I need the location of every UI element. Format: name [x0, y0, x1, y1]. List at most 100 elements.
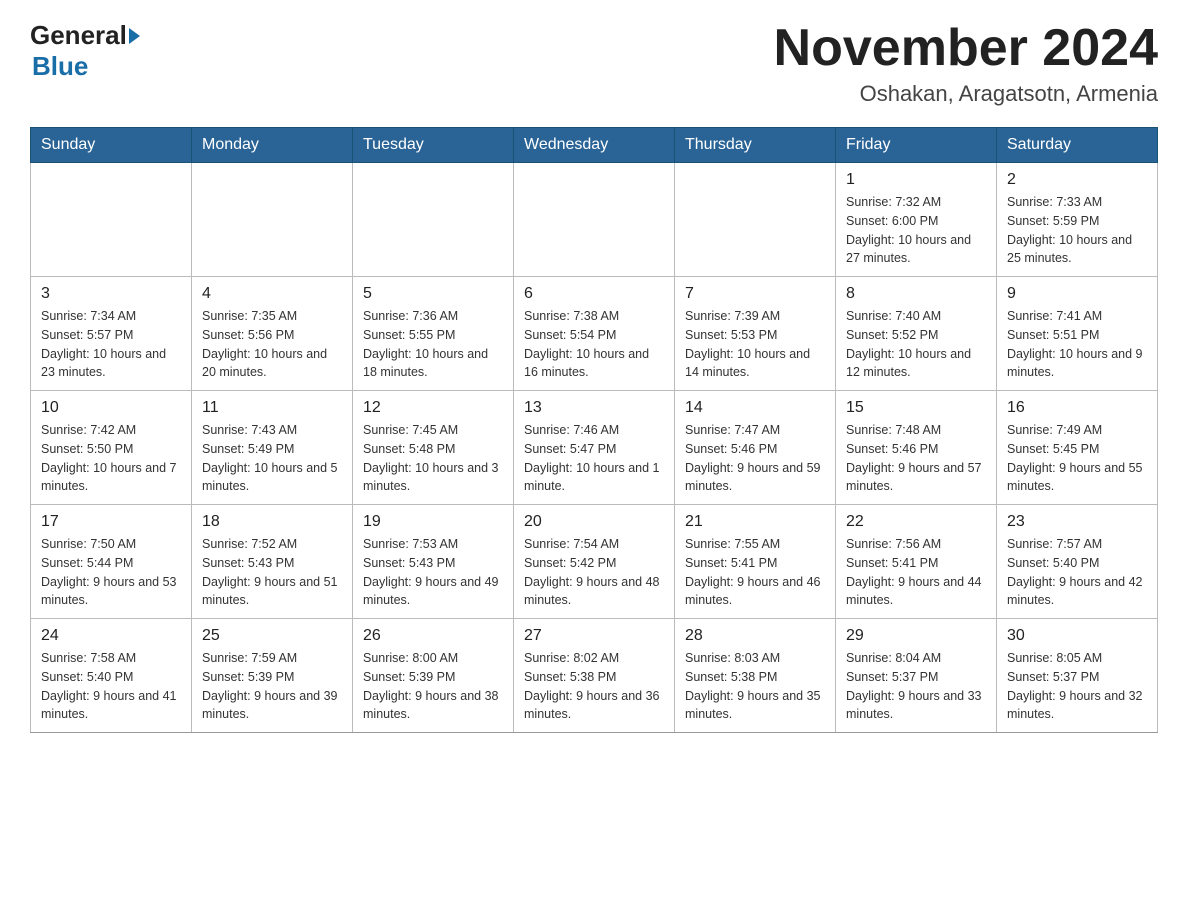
day-info: Sunrise: 7:56 AM Sunset: 5:41 PM Dayligh…: [846, 535, 986, 610]
day-of-week-header: Sunday: [31, 128, 192, 163]
calendar-cell: 13 Sunrise: 7:46 AM Sunset: 5:47 PM Dayli…: [514, 391, 675, 505]
calendar-cell: 25 Sunrise: 7:59 AM Sunset: 5:39 PM Dayli…: [192, 619, 353, 733]
day-info: Sunrise: 8:03 AM Sunset: 5:38 PM Dayligh…: [685, 649, 825, 724]
day-number: 9: [1007, 285, 1147, 303]
day-info: Sunrise: 7:41 AM Sunset: 5:51 PM Dayligh…: [1007, 307, 1147, 382]
logo: General Blue: [30, 20, 140, 82]
day-info: Sunrise: 7:34 AM Sunset: 5:57 PM Dayligh…: [41, 307, 181, 382]
day-info: Sunrise: 7:52 AM Sunset: 5:43 PM Dayligh…: [202, 535, 342, 610]
calendar-cell: 14 Sunrise: 7:47 AM Sunset: 5:46 PM Dayli…: [675, 391, 836, 505]
day-number: 19: [363, 513, 503, 531]
calendar-body: 1Sunrise: 7:32 AM Sunset: 6:00 PM Daylig…: [31, 163, 1158, 733]
day-number: 6: [524, 285, 664, 303]
day-info: Sunrise: 7:55 AM Sunset: 5:41 PM Dayligh…: [685, 535, 825, 610]
day-number: 14: [685, 399, 825, 417]
day-info: Sunrise: 7:36 AM Sunset: 5:55 PM Dayligh…: [363, 307, 503, 382]
calendar-cell: 21 Sunrise: 7:55 AM Sunset: 5:41 PM Dayli…: [675, 505, 836, 619]
calendar-cell: 1Sunrise: 7:32 AM Sunset: 6:00 PM Daylig…: [836, 163, 997, 277]
calendar-cell: 4Sunrise: 7:35 AM Sunset: 5:56 PM Daylig…: [192, 277, 353, 391]
day-number: 3: [41, 285, 181, 303]
day-number: 2: [1007, 171, 1147, 189]
logo-blue-text: Blue: [32, 51, 88, 81]
day-number: 5: [363, 285, 503, 303]
day-info: Sunrise: 7:46 AM Sunset: 5:47 PM Dayligh…: [524, 421, 664, 496]
calendar-header: SundayMondayTuesdayWednesdayThursdayFrid…: [31, 128, 1158, 163]
page-header: General Blue November 2024 Oshakan, Arag…: [30, 20, 1158, 107]
calendar-cell: 20 Sunrise: 7:54 AM Sunset: 5:42 PM Dayli…: [514, 505, 675, 619]
calendar-cell: 27 Sunrise: 8:02 AM Sunset: 5:38 PM Dayli…: [514, 619, 675, 733]
day-number: 27: [524, 627, 664, 645]
calendar-cell: 28Sunrise: 8:03 AM Sunset: 5:38 PM Dayli…: [675, 619, 836, 733]
calendar-cell: 8 Sunrise: 7:40 AM Sunset: 5:52 PM Daylig…: [836, 277, 997, 391]
day-info: Sunrise: 8:02 AM Sunset: 5:38 PM Dayligh…: [524, 649, 664, 724]
calendar-week-row: 10 Sunrise: 7:42 AM Sunset: 5:50 PM Dayli…: [31, 391, 1158, 505]
day-number: 7: [685, 285, 825, 303]
day-info: Sunrise: 7:33 AM Sunset: 5:59 PM Dayligh…: [1007, 193, 1147, 268]
day-number: 21: [685, 513, 825, 531]
logo-arrow-icon: [129, 28, 140, 44]
day-info: Sunrise: 7:48 AM Sunset: 5:46 PM Dayligh…: [846, 421, 986, 496]
calendar-cell: 11 Sunrise: 7:43 AM Sunset: 5:49 PM Dayli…: [192, 391, 353, 505]
calendar-cell: 9 Sunrise: 7:41 AM Sunset: 5:51 PM Daylig…: [997, 277, 1158, 391]
calendar-cell: 22 Sunrise: 7:56 AM Sunset: 5:41 PM Dayli…: [836, 505, 997, 619]
day-info: Sunrise: 7:54 AM Sunset: 5:42 PM Dayligh…: [524, 535, 664, 610]
calendar-cell: 17Sunrise: 7:50 AM Sunset: 5:44 PM Dayli…: [31, 505, 192, 619]
day-of-week-header: Thursday: [675, 128, 836, 163]
calendar-cell: [675, 163, 836, 277]
day-info: Sunrise: 8:04 AM Sunset: 5:37 PM Dayligh…: [846, 649, 986, 724]
day-number: 12: [363, 399, 503, 417]
day-number: 11: [202, 399, 342, 417]
day-number: 26: [363, 627, 503, 645]
day-info: Sunrise: 7:47 AM Sunset: 5:46 PM Dayligh…: [685, 421, 825, 496]
day-number: 29: [846, 627, 986, 645]
calendar-cell: [31, 163, 192, 277]
day-info: Sunrise: 7:50 AM Sunset: 5:44 PM Dayligh…: [41, 535, 181, 610]
day-info: Sunrise: 7:40 AM Sunset: 5:52 PM Dayligh…: [846, 307, 986, 382]
title-block: November 2024 Oshakan, Aragatsotn, Armen…: [774, 20, 1158, 107]
day-of-week-header: Tuesday: [353, 128, 514, 163]
calendar-cell: 5 Sunrise: 7:36 AM Sunset: 5:55 PM Daylig…: [353, 277, 514, 391]
calendar-week-row: 1Sunrise: 7:32 AM Sunset: 6:00 PM Daylig…: [31, 163, 1158, 277]
day-info: Sunrise: 7:35 AM Sunset: 5:56 PM Dayligh…: [202, 307, 342, 382]
calendar-cell: [353, 163, 514, 277]
calendar-cell: 26 Sunrise: 8:00 AM Sunset: 5:39 PM Dayli…: [353, 619, 514, 733]
day-number: 30: [1007, 627, 1147, 645]
calendar-cell: 30Sunrise: 8:05 AM Sunset: 5:37 PM Dayli…: [997, 619, 1158, 733]
location-text: Oshakan, Aragatsotn, Armenia: [774, 81, 1158, 107]
calendar-cell: 10 Sunrise: 7:42 AM Sunset: 5:50 PM Dayli…: [31, 391, 192, 505]
day-number: 10: [41, 399, 181, 417]
calendar-cell: 3 Sunrise: 7:34 AM Sunset: 5:57 PM Daylig…: [31, 277, 192, 391]
calendar-cell: 19Sunrise: 7:53 AM Sunset: 5:43 PM Dayli…: [353, 505, 514, 619]
calendar-cell: 2 Sunrise: 7:33 AM Sunset: 5:59 PM Daylig…: [997, 163, 1158, 277]
day-number: 23: [1007, 513, 1147, 531]
calendar-week-row: 17Sunrise: 7:50 AM Sunset: 5:44 PM Dayli…: [31, 505, 1158, 619]
day-info: Sunrise: 7:49 AM Sunset: 5:45 PM Dayligh…: [1007, 421, 1147, 496]
calendar-cell: [514, 163, 675, 277]
calendar-cell: 7Sunrise: 7:39 AM Sunset: 5:53 PM Daylig…: [675, 277, 836, 391]
day-number: 18: [202, 513, 342, 531]
day-of-week-header: Wednesday: [514, 128, 675, 163]
day-number: 8: [846, 285, 986, 303]
calendar-cell: 18 Sunrise: 7:52 AM Sunset: 5:43 PM Dayli…: [192, 505, 353, 619]
calendar-cell: 29 Sunrise: 8:04 AM Sunset: 5:37 PM Dayli…: [836, 619, 997, 733]
day-info: Sunrise: 7:42 AM Sunset: 5:50 PM Dayligh…: [41, 421, 181, 496]
calendar-cell: 24 Sunrise: 7:58 AM Sunset: 5:40 PM Dayli…: [31, 619, 192, 733]
day-number: 24: [41, 627, 181, 645]
day-info: Sunrise: 7:58 AM Sunset: 5:40 PM Dayligh…: [41, 649, 181, 724]
day-of-week-header: Friday: [836, 128, 997, 163]
day-number: 13: [524, 399, 664, 417]
day-info: Sunrise: 8:00 AM Sunset: 5:39 PM Dayligh…: [363, 649, 503, 724]
day-number: 25: [202, 627, 342, 645]
header-row: SundayMondayTuesdayWednesdayThursdayFrid…: [31, 128, 1158, 163]
day-info: Sunrise: 7:38 AM Sunset: 5:54 PM Dayligh…: [524, 307, 664, 382]
day-info: Sunrise: 7:43 AM Sunset: 5:49 PM Dayligh…: [202, 421, 342, 496]
calendar-cell: 23Sunrise: 7:57 AM Sunset: 5:40 PM Dayli…: [997, 505, 1158, 619]
day-info: Sunrise: 7:45 AM Sunset: 5:48 PM Dayligh…: [363, 421, 503, 496]
calendar-cell: 15Sunrise: 7:48 AM Sunset: 5:46 PM Dayli…: [836, 391, 997, 505]
calendar-table: SundayMondayTuesdayWednesdayThursdayFrid…: [30, 127, 1158, 733]
calendar-cell: 6 Sunrise: 7:38 AM Sunset: 5:54 PM Daylig…: [514, 277, 675, 391]
calendar-week-row: 24 Sunrise: 7:58 AM Sunset: 5:40 PM Dayli…: [31, 619, 1158, 733]
day-number: 20: [524, 513, 664, 531]
day-info: Sunrise: 7:59 AM Sunset: 5:39 PM Dayligh…: [202, 649, 342, 724]
day-number: 22: [846, 513, 986, 531]
